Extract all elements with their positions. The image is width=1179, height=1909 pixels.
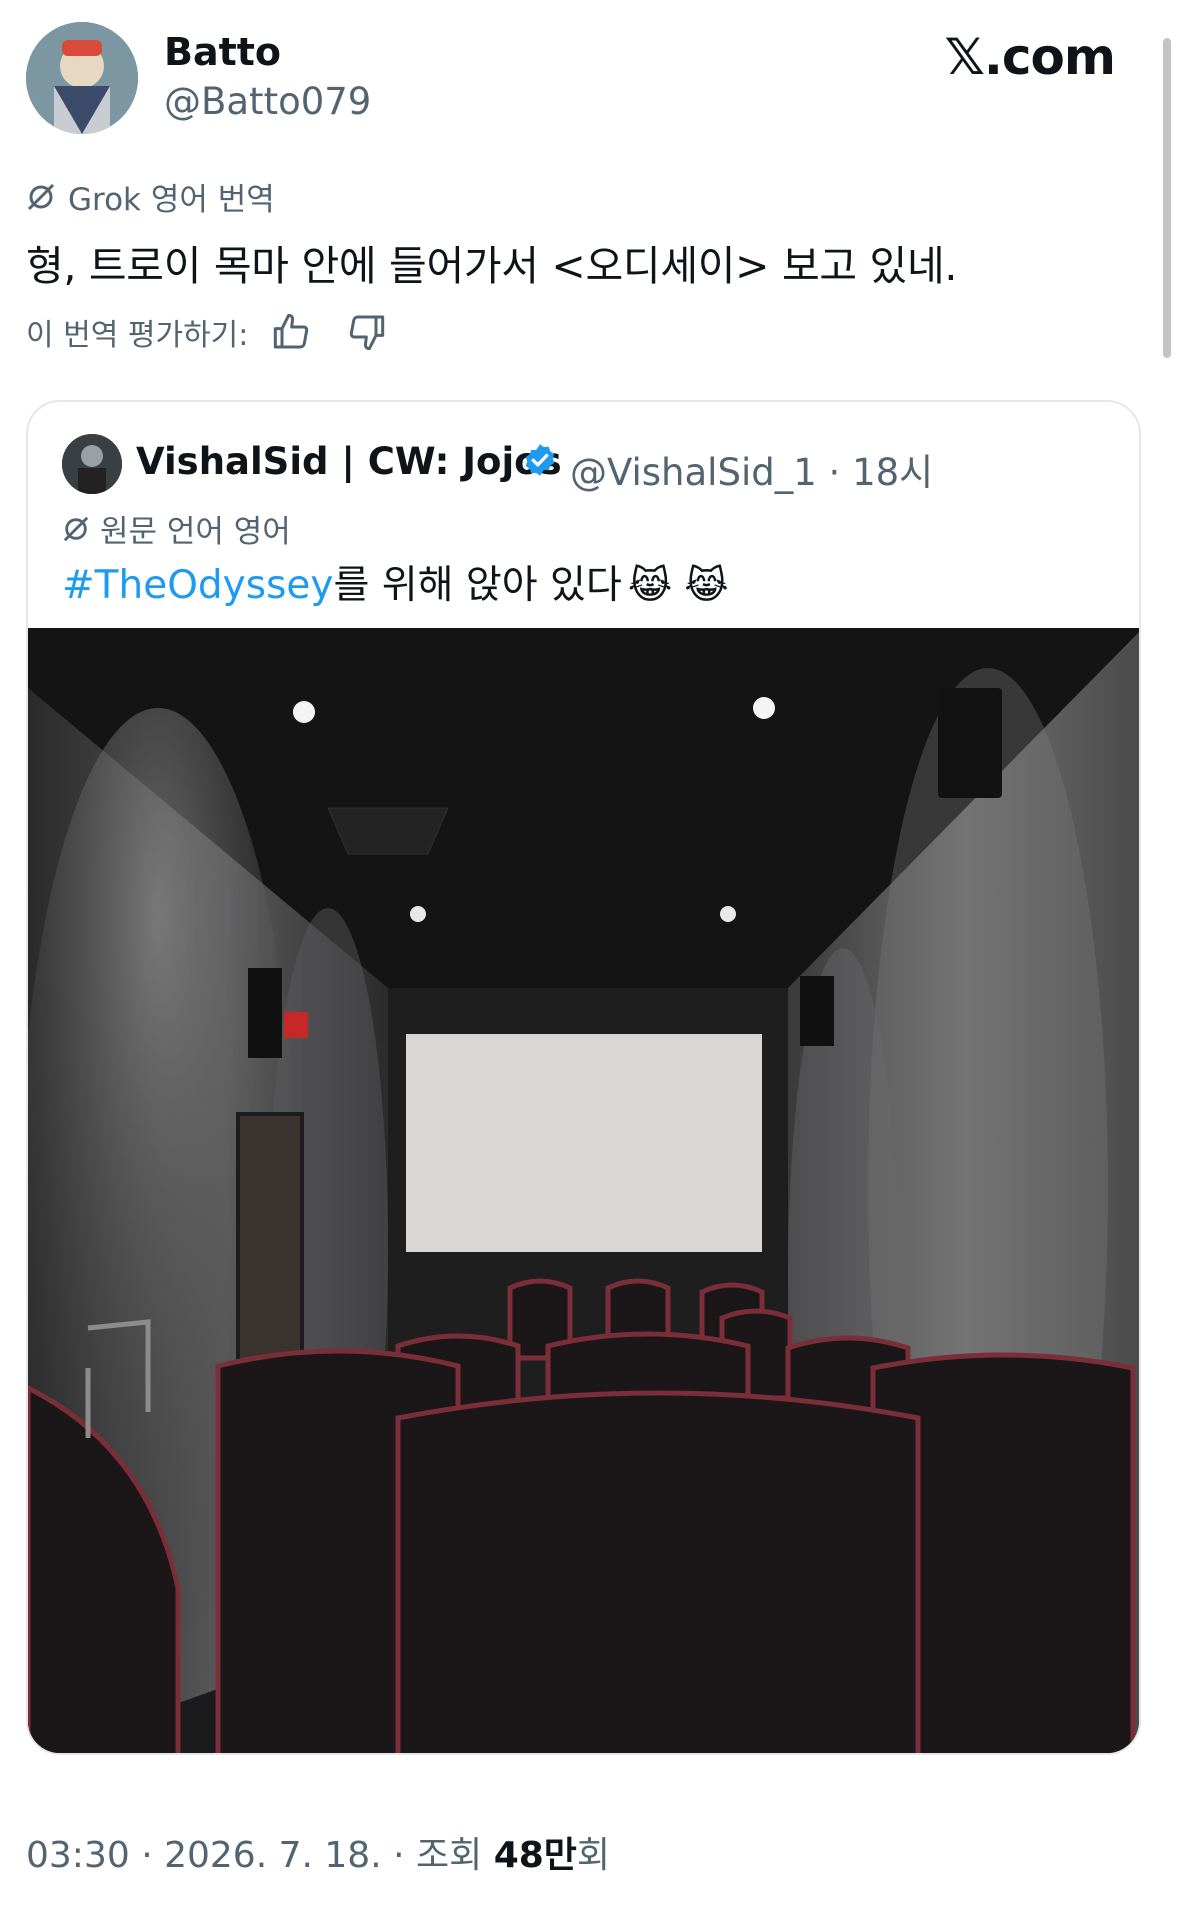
hashtag-link[interactable]: #TheOdyssey: [62, 563, 333, 608]
rate-translation-label: 이 번역 평가하기:: [26, 318, 249, 353]
post-date[interactable]: 2026. 7. 18.: [164, 1835, 382, 1876]
post-time[interactable]: 03:30: [26, 1835, 130, 1876]
cinema-photo: [28, 628, 1139, 1753]
views-suffix: 회: [576, 1835, 611, 1876]
thumbs-up-icon: [274, 313, 309, 349]
scrollbar[interactable]: [1163, 38, 1171, 358]
tweet-page: Batto @Batto079 𝕏.com Grok 영어 번역 형, 트로이 …: [0, 0, 1179, 1909]
grok-translation-text: Grok 영어 번역: [68, 182, 275, 218]
quoted-time[interactable]: 18시: [852, 451, 933, 494]
author-name[interactable]: Batto: [164, 30, 281, 74]
source-language-text: 원문 언어 영어: [100, 514, 291, 550]
footer-separator: ·: [393, 1835, 416, 1876]
rate-translation-row: 이 번역 평가하기:: [26, 310, 386, 354]
quoted-tweet-card[interactable]: VishalSid | CW: Jojos @VishalSid_1 · 18시…: [26, 400, 1141, 1755]
quoted-handle[interactable]: @VishalSid_1: [570, 451, 817, 494]
author-handle[interactable]: @Batto079: [164, 80, 371, 123]
views-count: 48만: [493, 1835, 577, 1876]
meta-separator: ·: [828, 451, 853, 494]
quoted-author-avatar[interactable]: [62, 434, 122, 494]
quoted-avatar-icon: [62, 434, 122, 494]
verified-badge: [522, 442, 558, 482]
laughing-cat-emojis: 😹 😹: [627, 563, 729, 607]
verified-icon: [525, 444, 555, 476]
author-avatar[interactable]: [26, 22, 138, 134]
avatar-icon: [26, 22, 138, 134]
site-logo: 𝕏.com: [944, 28, 1116, 86]
quoted-body: 를 위해 앉아 있다: [333, 563, 622, 608]
quoted-media-image[interactable]: [28, 628, 1139, 1753]
footer-separator: ·: [141, 1835, 165, 1876]
tweet-text: 형, 트로이 목마 안에 들어가서 <오디세이> 보고 있네.: [26, 242, 958, 290]
quoted-author-name[interactable]: VishalSid | CW: Jojos: [136, 440, 562, 483]
grok-icon: [27, 183, 55, 210]
views-label: 조회: [415, 1835, 483, 1876]
thumbs-down-button[interactable]: [346, 312, 386, 352]
tweet-footer: 03:30 · 2026. 7. 18. · 조회 48만회: [26, 1826, 610, 1878]
quoted-text: #TheOdyssey를 위해 앉아 있다 😹 😹: [62, 554, 729, 610]
grok-icon: [63, 516, 89, 541]
grok-translation-label: Grok 영어 번역: [26, 174, 275, 219]
thumbs-up-button[interactable]: [272, 312, 312, 352]
quoted-meta: @VishalSid_1 · 18시: [570, 442, 933, 496]
source-language-label: 원문 언어 영어: [62, 506, 291, 551]
thumbs-down-icon: [350, 315, 385, 351]
